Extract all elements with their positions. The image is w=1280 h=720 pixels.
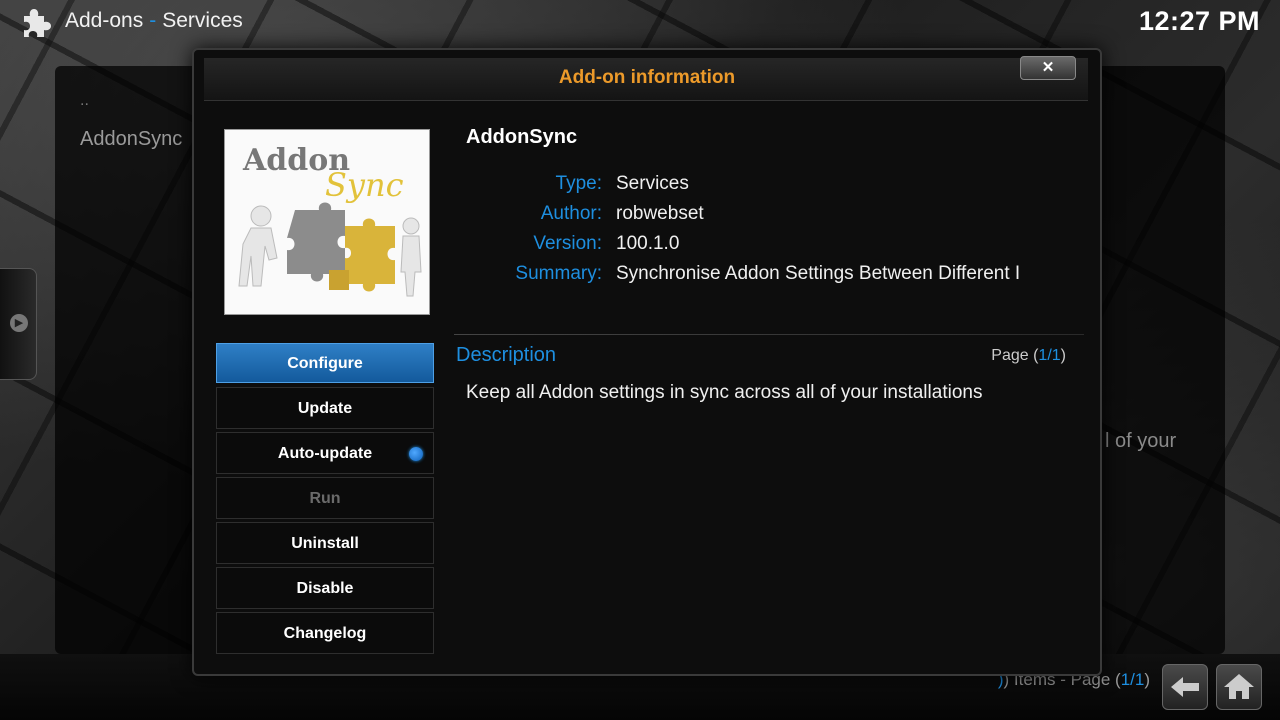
info-label: Summary: (515, 263, 602, 284)
logo-word-sync: Sync (325, 166, 404, 204)
addon-thumbnail: Addon Sync (224, 129, 430, 315)
info-row-summary: Summary: Synchronise Addon Settings Betw… (414, 263, 1074, 291)
items-suffix: ) (1144, 670, 1150, 689)
info-row-author: Author: robwebset (414, 203, 1074, 231)
dialog-title: Add-on information (558, 67, 736, 88)
page-value: 1/1 (1038, 347, 1061, 364)
chevron-right-icon: ▶ (10, 314, 28, 332)
page-prefix: Page ( (991, 347, 1039, 364)
addon-logo-image: Addon Sync (225, 130, 429, 314)
info-value: Services (616, 173, 689, 194)
side-menu-tab[interactable]: ▶ (0, 268, 37, 380)
info-label: Author: (540, 203, 602, 224)
home-icon (1224, 674, 1254, 699)
list-item-name[interactable]: AddonSync (80, 128, 182, 151)
back-arrow-icon (1171, 677, 1199, 697)
top-header: Add-ons - Services 12:27 PM (0, 0, 1280, 44)
puzzle-piece-icon (24, 9, 51, 37)
description-heading: Description (456, 344, 557, 366)
info-value: robwebset (616, 203, 704, 224)
close-button[interactable]: ✕ (1020, 56, 1076, 80)
description-text: Keep all Addon settings in sync across a… (466, 382, 983, 403)
breadcrumb-section: Add-ons (65, 9, 144, 32)
auto-update-label: Auto-update (277, 445, 373, 462)
breadcrumb: Add-ons - Services (65, 9, 243, 33)
footer-page-value: 1/1 (1120, 670, 1145, 689)
clock: 12:27 PM (1138, 6, 1260, 36)
breadcrumb-separator: - (149, 9, 157, 32)
toggle-on-indicator (409, 447, 423, 461)
section-divider (454, 334, 1084, 335)
info-row-version: Version: 100.1.0 (414, 233, 1074, 261)
changelog-button[interactable]: Changelog (216, 612, 434, 654)
info-value: 100.1.0 (616, 233, 680, 254)
back-button[interactable] (1162, 664, 1208, 710)
addon-info-dialog: Add-on information ✕ Addon Sync AddonSyn… (192, 48, 1102, 676)
breadcrumb-subsection: Services (162, 9, 243, 32)
run-button[interactable]: Run (216, 477, 434, 519)
auto-update-button[interactable]: Auto-update (216, 432, 434, 474)
info-label: Version: (533, 233, 602, 254)
page-suffix: ) (1060, 347, 1066, 364)
parent-folder-item[interactable]: .. (80, 92, 89, 110)
disable-button[interactable]: Disable (216, 567, 434, 609)
update-button[interactable]: Update (216, 387, 434, 429)
info-row-type: Type: Services (414, 173, 1074, 201)
addon-name: AddonSync (466, 126, 578, 148)
info-value: Synchronise Addon Settings Between Diffe… (616, 263, 1021, 284)
home-button[interactable] (1216, 664, 1262, 710)
description-page-indicator: Page (1/1) (991, 347, 1066, 365)
info-label: Type: (555, 173, 602, 194)
uninstall-button[interactable]: Uninstall (216, 522, 434, 564)
configure-button[interactable]: Configure (216, 343, 434, 383)
list-item-description: l of your (1105, 430, 1177, 452)
